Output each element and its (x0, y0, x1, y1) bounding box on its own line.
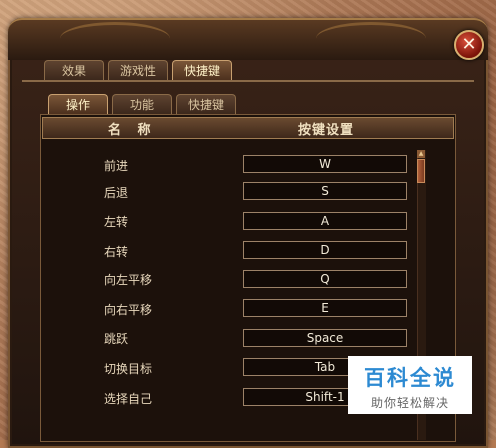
subtab-operation[interactable]: 操作 (48, 94, 108, 115)
action-label-jump: 跳跃 (104, 332, 129, 346)
keybind-field-jump[interactable]: Space (243, 329, 407, 347)
keybind-field-forward[interactable]: W (243, 155, 407, 173)
close-icon[interactable]: ✕ (454, 30, 484, 60)
scroll-up-icon[interactable]: ▲ (417, 150, 425, 158)
ornament-right (316, 22, 426, 55)
action-label-switch-target: 切换目标 (104, 362, 153, 376)
action-label-select-self: 选择自己 (104, 392, 153, 406)
tab-hotkeys[interactable]: 快捷键 (172, 60, 232, 81)
keybind-field-turn-right[interactable]: D (243, 241, 407, 259)
action-label-turn-right: 右转 (104, 245, 129, 259)
subtab-function[interactable]: 功能 (112, 94, 172, 115)
action-label-backward: 后退 (104, 186, 129, 200)
keybind-field-strafe-right[interactable]: E (243, 299, 407, 317)
tab-divider (22, 80, 474, 82)
watermark-subtitle: 助你轻松解决 (370, 396, 449, 410)
action-label-strafe-right: 向右平移 (104, 303, 153, 317)
main-tabs: 效果 游戏性 快捷键 (44, 60, 232, 81)
action-label-turn-left: 左转 (104, 215, 129, 229)
tab-effects[interactable]: 效果 (44, 60, 104, 81)
scroll-thumb[interactable] (417, 159, 425, 183)
sub-tabs: 操作 功能 快捷键 (48, 94, 236, 115)
keybind-field-backward[interactable]: S (243, 182, 407, 200)
ornament-left (60, 22, 170, 55)
watermark-title: 百科全说 (364, 366, 456, 390)
tab-gameplay[interactable]: 游戏性 (108, 60, 168, 81)
column-header-name: 名 称 (108, 123, 157, 138)
table-header (42, 117, 454, 139)
subtab-hotkeys[interactable]: 快捷键 (176, 94, 236, 115)
action-label-forward: 前进 (104, 159, 129, 173)
action-label-strafe-left: 向左平移 (104, 273, 153, 287)
keybind-field-turn-left[interactable]: A (243, 212, 407, 230)
keybind-field-strafe-left[interactable]: Q (243, 270, 407, 288)
column-header-key: 按键设置 (298, 123, 355, 138)
watermark: 百科全说 助你轻松解决 (348, 356, 472, 414)
